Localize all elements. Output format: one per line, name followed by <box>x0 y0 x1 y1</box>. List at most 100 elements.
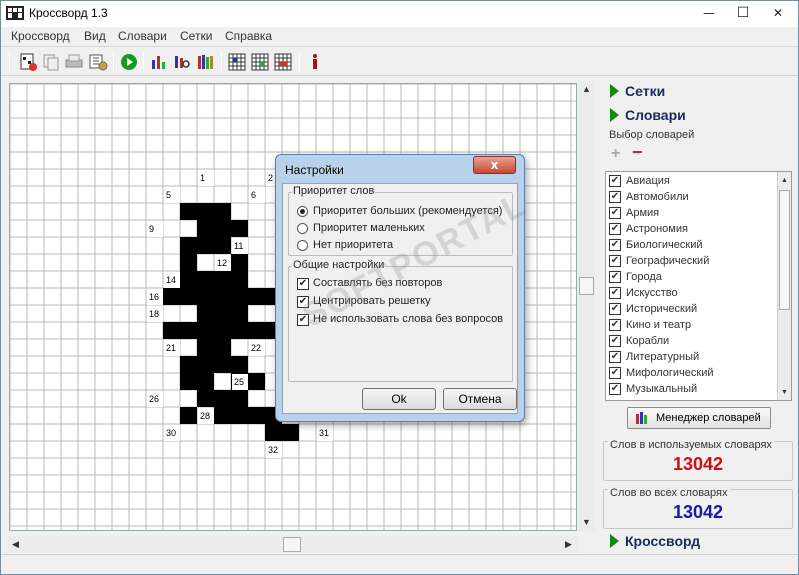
scroll-up-arrow-icon[interactable]: ▲ <box>578 81 595 98</box>
dictionary-item-label: Астрономия <box>626 223 688 235</box>
title-bar[interactable]: Кроссворд 1.3 — ☐ ✕ <box>1 1 798 27</box>
checkbox[interactable]: ✔ <box>609 319 621 331</box>
menu-crossword[interactable]: Кроссворд <box>11 29 70 43</box>
menu-dictionaries[interactable]: Словари <box>118 29 167 43</box>
radio-button[interactable] <box>297 206 308 217</box>
dictionary-item[interactable]: ✔ Кино и театр <box>609 317 691 333</box>
general-option[interactable]: ✔ Не использовать слова без вопросов <box>297 313 503 326</box>
books-icon <box>636 412 647 424</box>
dictionary-list[interactable]: ✔ Авиация ✔ Автомобили ✔ Армия ✔ Астрономия ✔ Био… <box>605 171 792 401</box>
menu-help[interactable]: Справка <box>225 29 272 43</box>
plus-icon[interactable]: + <box>611 146 620 162</box>
dictionary-item-label: Корабли <box>626 335 670 347</box>
grid-numbered-icon[interactable] <box>273 52 293 72</box>
scroll-down-arrow-icon[interactable]: ▼ <box>578 514 595 531</box>
dictionaries-header-label: Словари <box>625 107 686 123</box>
dictionary-item[interactable]: ✔ Автомобили <box>609 189 689 205</box>
grid-black-cell <box>248 407 265 424</box>
checkbox[interactable]: ✔ <box>609 367 621 379</box>
priority-option[interactable]: Приоритет маленьких <box>297 222 425 234</box>
maximize-button[interactable]: ☐ <box>732 5 754 21</box>
grid-cell-number: 26 <box>149 394 159 404</box>
checkbox[interactable]: ✔ <box>609 175 621 187</box>
grid-cell-number: 21 <box>166 343 176 353</box>
scroll-down-arrow-icon[interactable]: ▼ <box>776 384 791 400</box>
menu-view[interactable]: Вид <box>84 29 106 43</box>
checkbox[interactable]: ✔ <box>609 239 621 251</box>
print-icon[interactable] <box>64 52 84 72</box>
checkbox[interactable]: ✔ <box>297 278 309 290</box>
dictionary-item[interactable]: ✔ Мифологический <box>609 365 714 381</box>
general-option[interactable]: ✔ Составлять без повторов <box>297 277 443 290</box>
horizontal-scroll-thumb[interactable] <box>283 537 301 552</box>
dictionary-item[interactable]: ✔ Музыкальный <box>609 381 697 397</box>
crossword-section-header[interactable]: Кроссворд <box>601 530 794 552</box>
grid-horizontal-scrollbar[interactable]: ◀ ▶ <box>7 536 578 553</box>
grid-cell-number: 14 <box>166 275 176 285</box>
minimize-button[interactable]: — <box>698 5 720 21</box>
list-scroll-thumb[interactable] <box>779 190 790 310</box>
dictionary-item[interactable]: ✔ Литературный <box>609 349 699 365</box>
dictionary-item[interactable]: ✔ Искусство <box>609 285 678 301</box>
checkbox[interactable]: ✔ <box>609 271 621 283</box>
dictionary-item[interactable]: ✔ Астрономия <box>609 221 688 237</box>
dictionaries-section-header[interactable]: Словари <box>601 104 794 126</box>
dictionary-item[interactable]: ✔ Биологический <box>609 237 703 253</box>
grid-black-cell <box>214 305 231 322</box>
dictionary-item[interactable]: ✔ Армия <box>609 205 659 221</box>
priority-option[interactable]: Приоритет больших (рекомендуется) <box>297 205 502 217</box>
settings-icon[interactable] <box>88 52 108 72</box>
menu-grids[interactable]: Сетки <box>180 29 212 43</box>
cancel-button[interactable]: Отмена <box>443 388 517 410</box>
info-icon[interactable] <box>305 52 325 72</box>
dictionary-manager-button[interactable]: Менеджер словарей <box>627 407 771 429</box>
stats-icon[interactable] <box>149 52 169 72</box>
checkbox[interactable]: ✔ <box>609 335 621 347</box>
dictionary-item-label: Авиация <box>626 175 670 187</box>
dictionary-item[interactable]: ✔ Исторический <box>609 301 697 317</box>
close-button[interactable]: ✕ <box>767 5 789 21</box>
scroll-up-arrow-icon[interactable]: ▲ <box>776 172 791 189</box>
general-option[interactable]: ✔ Центрировать решетку <box>297 295 431 308</box>
used-words-box: Слов в используемых словарях 13042 <box>603 439 793 481</box>
checkbox[interactable]: ✔ <box>609 207 621 219</box>
scroll-right-arrow-icon[interactable]: ▶ <box>560 536 577 553</box>
dictionary-item-label: Мифологический <box>626 367 714 379</box>
checkbox[interactable]: ✔ <box>297 314 309 326</box>
checkbox[interactable]: ✔ <box>609 351 621 363</box>
menu-bar: Кроссворд Вид Словари Сетки Справка <box>1 27 798 47</box>
checkbox[interactable]: ✔ <box>609 287 621 299</box>
checkbox[interactable]: ✔ <box>609 223 621 235</box>
search-icon[interactable] <box>172 52 192 72</box>
dictionary-item[interactable]: ✔ Корабли <box>609 333 669 349</box>
dialog-close-button[interactable]: x <box>473 156 516 174</box>
grid-icon[interactable] <box>227 52 247 72</box>
run-icon[interactable] <box>119 52 139 72</box>
checkbox[interactable]: ✔ <box>609 255 621 267</box>
general-option-label: Составлять без повторов <box>313 277 443 289</box>
dictionary-item[interactable]: ✔ Авиация <box>609 173 670 189</box>
scroll-left-arrow-icon[interactable]: ◀ <box>7 536 24 553</box>
dictionary-list-scrollbar[interactable]: ▲ ▼ <box>777 172 791 400</box>
checkbox[interactable]: ✔ <box>297 296 309 308</box>
grid-edit-icon[interactable] <box>250 52 270 72</box>
radio-button[interactable] <box>297 240 308 251</box>
dictionary-item[interactable]: ✔ Географический <box>609 253 709 269</box>
checkbox[interactable]: ✔ <box>609 191 621 203</box>
radio-button[interactable] <box>297 223 308 234</box>
books-icon[interactable] <box>196 52 216 72</box>
grids-section-header[interactable]: Сетки <box>601 80 794 102</box>
grid-black-cell <box>231 390 248 407</box>
checkbox[interactable]: ✔ <box>609 303 621 315</box>
ok-button[interactable]: Ok <box>362 388 436 410</box>
checkbox[interactable]: ✔ <box>609 383 621 395</box>
priority-option[interactable]: Нет приоритета <box>297 239 393 251</box>
grid-vertical-scrollbar[interactable]: ▲ ▼ <box>578 81 595 531</box>
grid-black-cell <box>180 237 197 254</box>
toolbar-separator <box>113 52 114 72</box>
new-crossword-icon[interactable] <box>18 52 38 72</box>
dictionary-item[interactable]: ✔ Города <box>609 269 662 285</box>
copy-icon[interactable] <box>41 52 61 72</box>
minus-icon[interactable]: − <box>632 143 643 161</box>
vertical-scroll-thumb[interactable] <box>579 277 594 295</box>
